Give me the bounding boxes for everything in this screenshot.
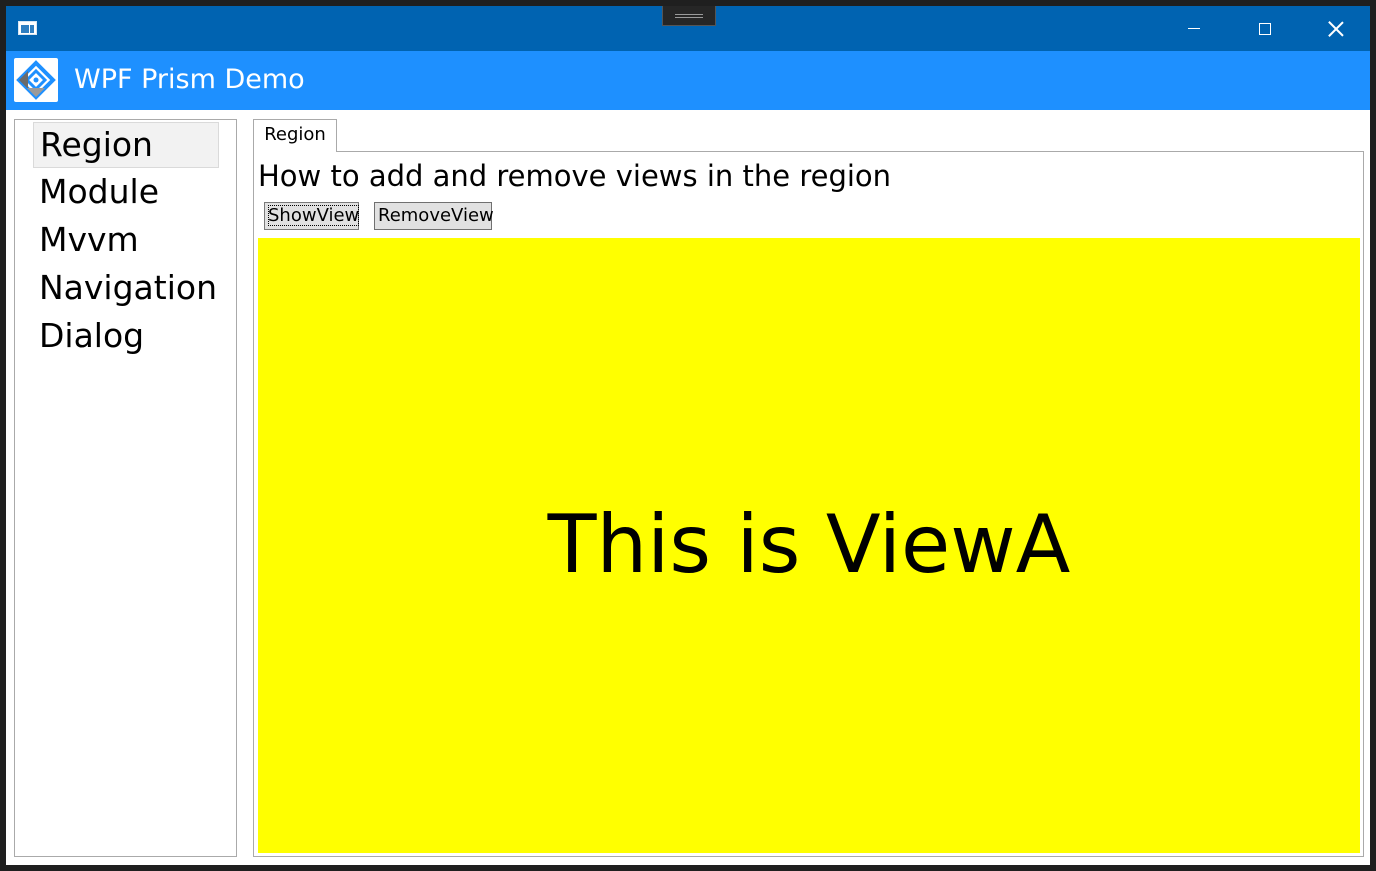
app-title: WPF Prism Demo (74, 64, 305, 95)
maximize-icon (1259, 22, 1271, 35)
app-header: WPF Prism Demo (6, 51, 1370, 110)
region-heading: How to add and remove views in the regio… (258, 159, 892, 193)
view-a-text: This is ViewA (547, 498, 1071, 591)
maximize-button[interactable] (1230, 6, 1300, 51)
view-a-text-container: This is ViewA (258, 238, 1360, 853)
sidebar-item-module[interactable]: Module (33, 170, 219, 216)
close-icon (1328, 21, 1344, 37)
region-view-a: This is ViewA (258, 238, 1360, 853)
close-button[interactable] (1301, 6, 1371, 51)
os-title-bar[interactable] (6, 6, 1370, 51)
sidebar-item-mvvm[interactable]: Mvvm (33, 218, 219, 264)
sidebar-nav: Region Module Mvvm Navigation Dialog (14, 119, 237, 857)
minimize-icon (1188, 28, 1200, 29)
sidebar-item-dialog[interactable]: Dialog (33, 314, 219, 360)
tab-panel-region: How to add and remove views in the regio… (253, 151, 1364, 857)
remove-view-button[interactable]: RemoveView (374, 202, 494, 230)
prism-logo-icon (14, 58, 58, 102)
sidebar-item-region[interactable]: Region (33, 122, 219, 168)
tab-region[interactable]: Region (253, 119, 337, 152)
app-window: WPF Prism Demo Region Module Mvvm Naviga… (0, 0, 1376, 871)
show-view-label: ShowView (268, 205, 360, 226)
sidebar-item-navigation[interactable]: Navigation (33, 266, 219, 312)
show-view-button[interactable]: ShowView (264, 202, 360, 230)
window-app-icon[interactable] (18, 21, 37, 35)
title-bar-grip-handle[interactable] (662, 6, 716, 26)
minimize-button[interactable] (1159, 6, 1229, 51)
